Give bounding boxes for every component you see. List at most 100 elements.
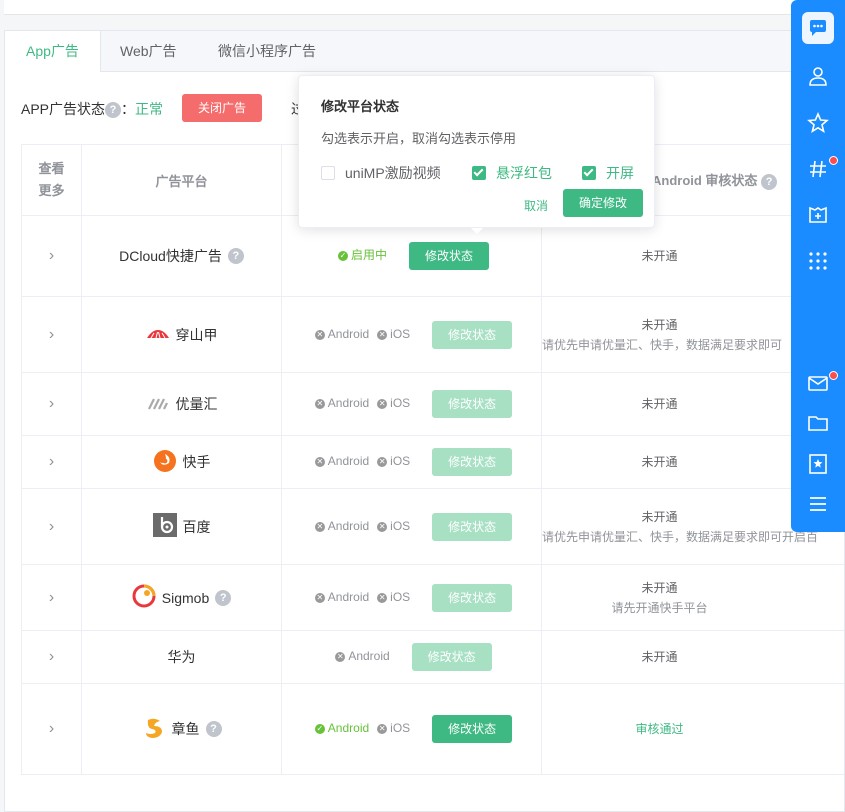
popover-cancel-button[interactable]: 取消 xyxy=(524,197,548,214)
platform-name: DCloud快捷广告 xyxy=(119,248,222,264)
expand-toggle[interactable]: › xyxy=(21,488,82,565)
platform-name: Sigmob xyxy=(161,589,210,606)
expand-toggle[interactable]: › xyxy=(21,372,82,436)
help-icon[interactable]: ? xyxy=(205,721,222,737)
table-row: › 华为 ✕ Android 修改状态 未开通 xyxy=(21,630,844,684)
audit-status-text: 未开通 xyxy=(641,509,678,524)
expand-toggle[interactable]: › xyxy=(21,683,82,775)
checkbox-unimp-reward-video[interactable]: uniMP激励视频 xyxy=(321,163,441,183)
platform-chip: ✕ Android xyxy=(314,396,370,411)
platform-chip: ✕ Android xyxy=(314,454,370,469)
audit-cell: 未开通 请先开通快手平台 xyxy=(541,564,844,631)
platform-logo xyxy=(146,391,170,418)
bookmark-icon[interactable] xyxy=(802,448,834,480)
platform-name: 优量汇 xyxy=(175,396,218,412)
expand-toggle[interactable]: › xyxy=(21,296,82,373)
audit-status-text: 请先开通快手平台 xyxy=(611,600,708,615)
menu-icon[interactable] xyxy=(802,488,834,520)
right-tool-rail xyxy=(791,0,845,532)
notification-dot xyxy=(829,156,838,165)
expand-toggle[interactable]: › xyxy=(21,630,82,684)
popover-confirm-button[interactable]: 确定修改 xyxy=(563,189,643,217)
audit-status-text: 审核通过 xyxy=(635,722,684,736)
modify-status-button[interactable]: 修改状态 xyxy=(432,715,513,743)
chevron-right-icon: › xyxy=(48,325,55,343)
status-cell: ✕ Android ✕ iOS 修改状态 xyxy=(281,296,542,373)
audit-status-text: 请优先申请优量汇、快手，数据满足要求即可 xyxy=(542,337,783,352)
chevron-right-icon: › xyxy=(48,453,55,470)
table-row: › 快手 ✕ Android ✕ iOS 修改状态 未开通 xyxy=(21,435,844,489)
audit-status-text: 未开通 xyxy=(641,455,678,469)
notification-dot xyxy=(829,371,838,380)
platform-name: 穿山甲 xyxy=(175,326,218,343)
platform-name: 百度 xyxy=(182,518,211,535)
modify-status-button[interactable]: 修改状态 xyxy=(432,448,513,476)
checkbox-splash[interactable]: 开屏 xyxy=(582,163,634,183)
help-icon[interactable]: ? xyxy=(105,102,122,119)
tab-app-ads[interactable]: App广告 xyxy=(5,31,101,72)
platform-name: 快手 xyxy=(182,454,211,470)
platform-cell: 快手 xyxy=(81,435,282,489)
modify-status-button[interactable]: 修改状态 xyxy=(432,320,513,349)
platform-chip: ✓ 启用中 xyxy=(337,248,387,263)
user-icon[interactable] xyxy=(802,60,834,92)
status-cell: ✕ Android 修改状态 xyxy=(281,630,542,684)
help-icon[interactable]: ? xyxy=(761,173,778,190)
folder-icon[interactable] xyxy=(802,407,834,439)
status-cell: ✕ Android ✕ iOS 修改状态 xyxy=(281,564,542,631)
audit-cell: 审核通过 xyxy=(541,683,844,775)
modify-status-button[interactable]: 修改状态 xyxy=(411,643,492,671)
popover-description: 勾选表示开启，取消勾选表示停用 xyxy=(321,131,517,146)
platform-cell: 华为 xyxy=(81,630,282,684)
apps-grid-icon[interactable] xyxy=(802,245,834,277)
chevron-right-icon: › xyxy=(48,395,55,412)
help-icon[interactable]: ? xyxy=(215,589,232,606)
status-cell: ✕ Android ✕ iOS 修改状态 xyxy=(281,488,542,565)
platform-cell: 优量汇 xyxy=(81,372,282,436)
modify-status-button[interactable]: 修改状态 xyxy=(432,390,513,418)
status-cell: ✕ Android ✕ iOS 修改状态 xyxy=(281,372,542,436)
status-cell: ✓ Android ✕ iOS 修改状态 xyxy=(281,683,542,775)
platform-chip: ✕ Android xyxy=(314,518,370,533)
chevron-right-icon: › xyxy=(48,720,55,737)
modify-status-button[interactable]: 修改状态 xyxy=(409,242,489,270)
expand-toggle[interactable]: › xyxy=(21,564,82,631)
status-label: APP广告状态 xyxy=(21,101,106,117)
chat-icon[interactable] xyxy=(802,12,834,44)
platform-logo xyxy=(132,584,156,611)
table-row: › 百度 ✕ Android ✕ iOS 修改状态 未开通请优先申请优量汇、快手，数据满足要求… xyxy=(21,488,844,565)
platform-status-popover: 修改平台状态 勾选表示开启，取消勾选表示停用 uniMP激励视频 悬浮红包 开屏… xyxy=(298,75,655,228)
platform-chip: ✕ Android xyxy=(314,589,370,604)
audit-cell: 未开通 xyxy=(541,630,844,684)
audit-status-text: 未开通 xyxy=(641,397,678,411)
platform-cell: 穿山甲 xyxy=(81,296,282,373)
expand-toggle[interactable]: › xyxy=(21,435,82,489)
chevron-right-icon: › xyxy=(48,588,55,606)
help-icon[interactable]: ? xyxy=(227,248,244,264)
platform-name: 华为 xyxy=(167,649,196,665)
popover-title: 修改平台状态 xyxy=(321,99,400,114)
star-icon[interactable] xyxy=(802,107,834,139)
audit-status-text: 请优先申请优量汇、快手，数据满足要求即可开启百 xyxy=(542,529,819,544)
ad-platform-table: 查看 更多 广告平台 Android 审核状态 ? › DCloud快捷广告 ? ✓ 启… xyxy=(21,144,844,775)
platform-logo xyxy=(146,321,170,348)
platform-chip: ✕ Android xyxy=(314,326,370,341)
platform-logo xyxy=(153,449,177,476)
expand-toggle[interactable]: › xyxy=(21,215,82,297)
tab-wechat-miniprogram-ads[interactable]: 微信小程序广告 xyxy=(197,31,337,71)
platform-cell: 百度 xyxy=(81,488,282,565)
tab-web-ads[interactable]: Web广告 xyxy=(99,31,198,71)
game-icon[interactable] xyxy=(802,199,834,231)
chevron-right-icon: › xyxy=(48,247,55,264)
status-cell: ✕ Android ✕ iOS 修改状态 xyxy=(281,435,542,489)
close-ads-button[interactable]: 关闭广告 xyxy=(182,94,262,122)
platform-chip: ✕ iOS xyxy=(377,454,411,469)
checkbox-floating-red-packet[interactable]: 悬浮红包 xyxy=(472,163,552,183)
platform-logo xyxy=(142,716,166,743)
app-ad-status: APP广告状态? ：正常 xyxy=(21,101,164,119)
modify-status-button[interactable]: 修改状态 xyxy=(432,512,513,541)
audit-status-text: 未开通 xyxy=(641,650,678,664)
tab-bar: App广告 Web广告 微信小程序广告 xyxy=(5,31,844,72)
header-view-more: 查看 更多 xyxy=(21,144,82,216)
modify-status-button[interactable]: 修改状态 xyxy=(432,583,513,612)
